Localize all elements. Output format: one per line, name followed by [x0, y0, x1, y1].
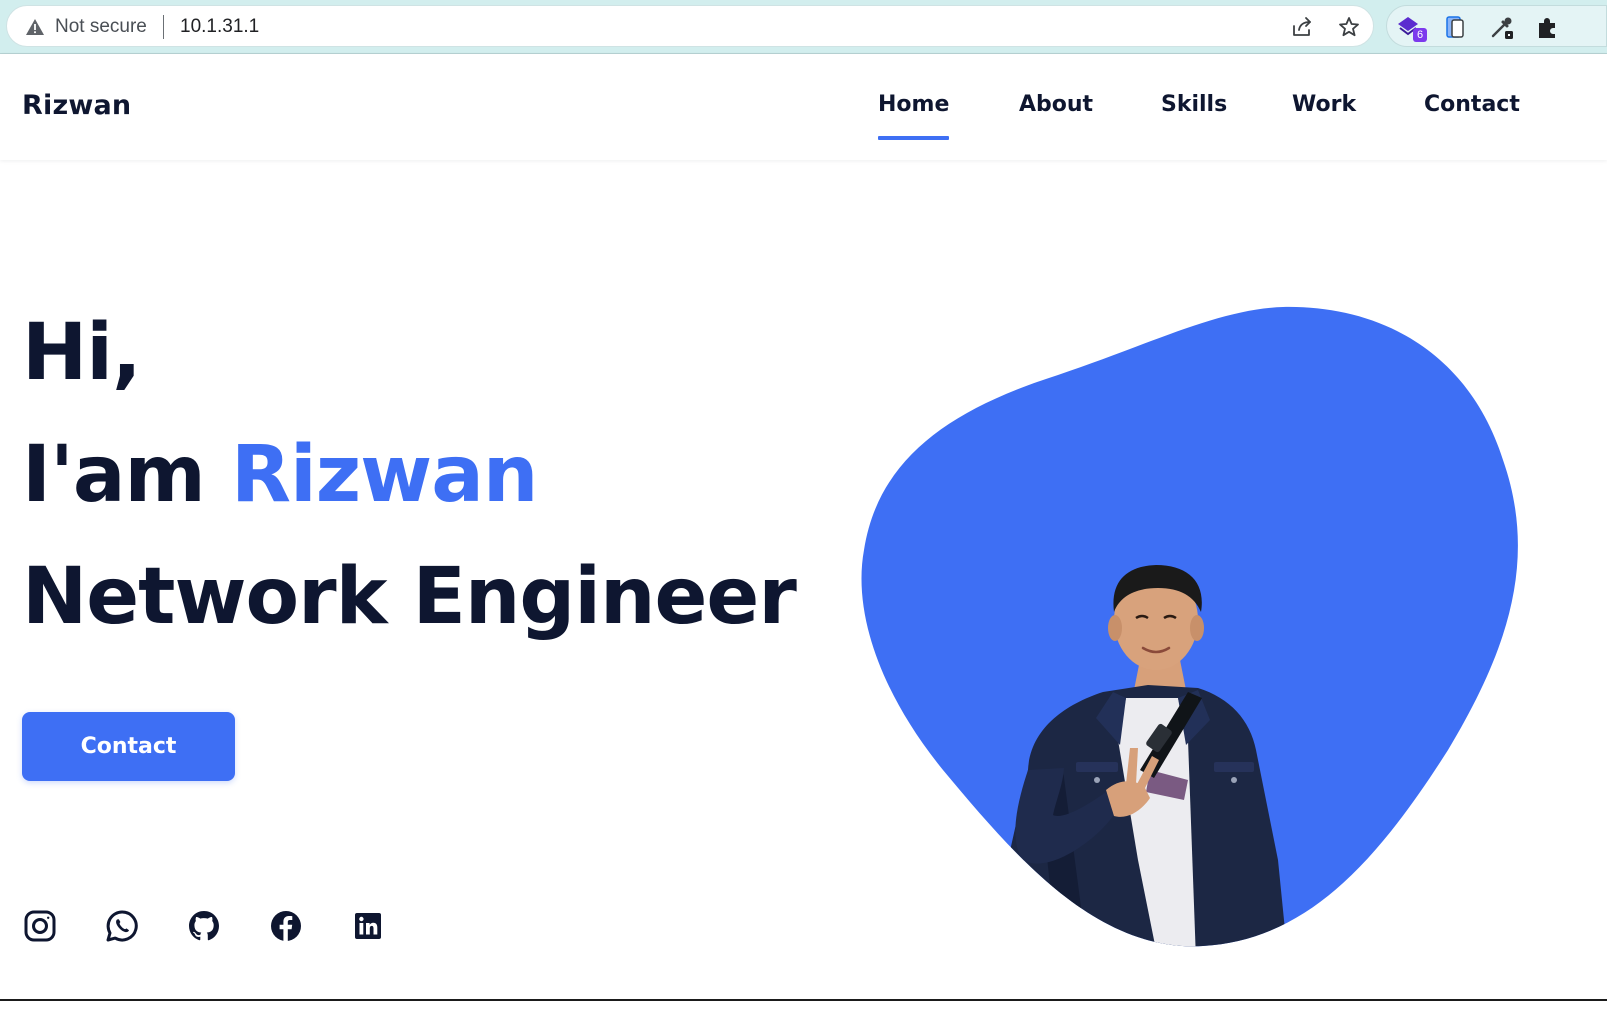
nav-work[interactable]: Work — [1292, 92, 1356, 117]
stack-extension-icon[interactable]: 6 — [1395, 14, 1427, 42]
security-status-label[interactable]: Not secure — [55, 16, 147, 38]
instagram-icon[interactable] — [22, 908, 58, 944]
puzzle-extensions-icon[interactable] — [1535, 14, 1561, 40]
hero-intro: I'am Rizwan — [22, 430, 538, 520]
nav-home[interactable]: Home — [878, 92, 950, 140]
url-text[interactable]: 10.1.31.1 — [180, 16, 259, 38]
warning-icon[interactable] — [25, 17, 45, 37]
nav-contact[interactable]: Contact — [1424, 92, 1520, 117]
whatsapp-icon[interactable] — [104, 908, 140, 944]
omnibox-divider — [163, 15, 164, 39]
hero-illustration — [861, 306, 1518, 947]
extension-badge: 6 — [1413, 28, 1427, 42]
page-bottom-border — [0, 999, 1607, 1001]
github-icon[interactable] — [186, 908, 222, 944]
hero-greeting: Hi, — [22, 308, 142, 398]
contact-button[interactable]: Contact — [22, 712, 235, 781]
hero-name: Rizwan — [230, 430, 538, 520]
facebook-icon[interactable] — [268, 908, 304, 944]
hero-intro-prefix: I'am — [22, 430, 231, 520]
browser-toolbar: Not secure 10.1.31.1 6 — [0, 0, 1607, 54]
share-icon[interactable] — [1290, 15, 1314, 39]
nav-skills[interactable]: Skills — [1161, 92, 1227, 117]
extensions-area: 6 — [1386, 5, 1607, 47]
address-bar[interactable]: Not secure 10.1.31.1 — [6, 5, 1374, 47]
site-header: Rizwan Home About Skills Work Contact — [0, 54, 1607, 160]
device-frame-extension-icon[interactable] — [1442, 14, 1468, 40]
hero-role: Network Engineer — [22, 552, 797, 642]
eyedropper-extension-icon[interactable] — [1489, 14, 1515, 40]
bookmark-star-icon[interactable] — [1337, 15, 1361, 39]
site-logo[interactable]: Rizwan — [22, 90, 131, 121]
nav-about[interactable]: About — [1019, 92, 1093, 117]
linkedin-icon[interactable] — [350, 908, 386, 944]
hero-image-blob — [858, 300, 1528, 952]
